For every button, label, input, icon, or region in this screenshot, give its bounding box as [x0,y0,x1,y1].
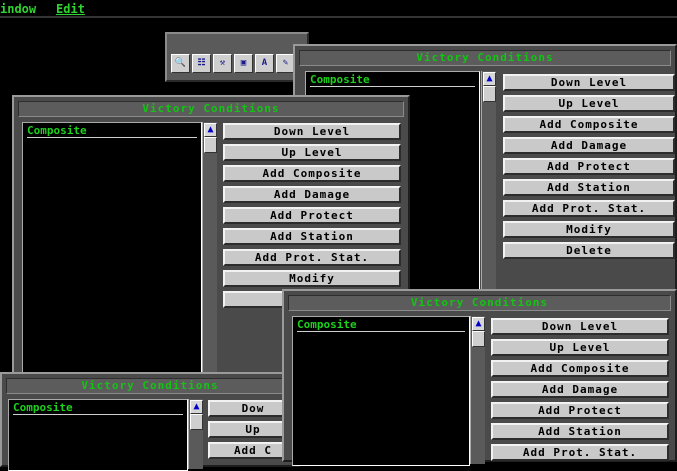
add-protect-button[interactable]: Add Protect [503,158,675,175]
down-level-button[interactable]: Down Level [503,74,675,91]
add-station-button[interactable]: Add Station [223,228,401,245]
window-title: Victory Conditions [6,378,294,394]
victory-conditions-window-d: Victory Conditions Composite ▲ Dow Up Ad… [0,372,300,471]
conditions-list[interactable]: Composite [8,399,188,471]
add-prot-stat-button[interactable]: Add Prot. Stat. [503,200,675,217]
scroll-thumb[interactable] [483,86,496,102]
victory-conditions-window-c: Victory Conditions Composite ▲ Down Leve… [282,289,677,466]
list-scrollbar[interactable]: ▲ [202,122,217,382]
window-title: Victory Conditions [288,295,671,311]
add-composite-button[interactable]: Add Composite [503,116,675,133]
monitor-icon[interactable]: ▣ [234,54,253,73]
menu-window[interactable]: indow [0,2,36,16]
conditions-list[interactable]: Composite [292,316,470,466]
magnifier-icon[interactable]: 🔍 [171,54,190,73]
add-damage-button[interactable]: Add Damage [223,186,401,203]
list-scrollbar[interactable]: ▲ [481,71,496,291]
window-title: Victory Conditions [18,101,404,117]
add-damage-button[interactable]: Add Damage [503,137,675,154]
add-prot-stat-button[interactable]: Add Prot. Stat. [491,444,669,461]
add-composite-button[interactable]: Add Composite [223,165,401,182]
modify-button[interactable]: Modify [223,270,401,287]
add-protect-button[interactable]: Add Protect [223,207,401,224]
wrench-icon[interactable]: ⚒ [213,54,232,73]
modify-button[interactable]: Modify [503,221,675,238]
add-composite-button[interactable]: Add Composite [491,360,669,377]
scroll-up-arrow-icon[interactable]: ▲ [472,317,485,331]
list-scrollbar[interactable]: ▲ [470,316,485,464]
add-station-button[interactable]: Add Station [503,179,675,196]
add-damage-button[interactable]: Add Damage [491,381,669,398]
down-level-button[interactable]: Down Level [491,318,669,335]
menu-edit[interactable]: Edit [56,2,85,16]
scroll-up-arrow-icon[interactable]: ▲ [190,400,203,414]
scroll-thumb[interactable] [190,414,203,430]
add-prot-stat-button[interactable]: Add Prot. Stat. [223,249,401,266]
desktop-divider [0,16,677,18]
window-title: Victory Conditions [299,50,671,66]
scroll-up-arrow-icon[interactable]: ▲ [483,72,496,86]
scroll-thumb[interactable] [204,137,217,153]
person-icon[interactable]: A [255,54,274,73]
up-level-button[interactable]: Up Level [223,144,401,161]
list-scrollbar[interactable]: ▲ [188,399,203,469]
list-item-composite[interactable]: Composite [310,74,475,87]
list-item-composite[interactable]: Composite [27,125,197,138]
add-protect-button[interactable]: Add Protect [491,402,669,419]
scroll-thumb[interactable] [472,331,485,347]
up-level-button[interactable]: Up Level [503,95,675,112]
delete-button[interactable]: Delete [503,242,675,259]
scroll-up-arrow-icon[interactable]: ▲ [204,123,217,137]
up-level-button[interactable]: Up Level [491,339,669,356]
list-item-composite[interactable]: Composite [297,319,465,332]
menu-bar: indow Edit [0,0,677,16]
grid-icon[interactable]: ☷ [192,54,211,73]
conditions-list[interactable]: Composite [22,122,202,384]
list-item-composite[interactable]: Composite [13,402,183,415]
add-station-button[interactable]: Add Station [491,423,669,440]
down-level-button[interactable]: Down Level [223,123,401,140]
toolbar-window: 🔍 ☷ ⚒ ▣ A ✎ [165,32,309,82]
